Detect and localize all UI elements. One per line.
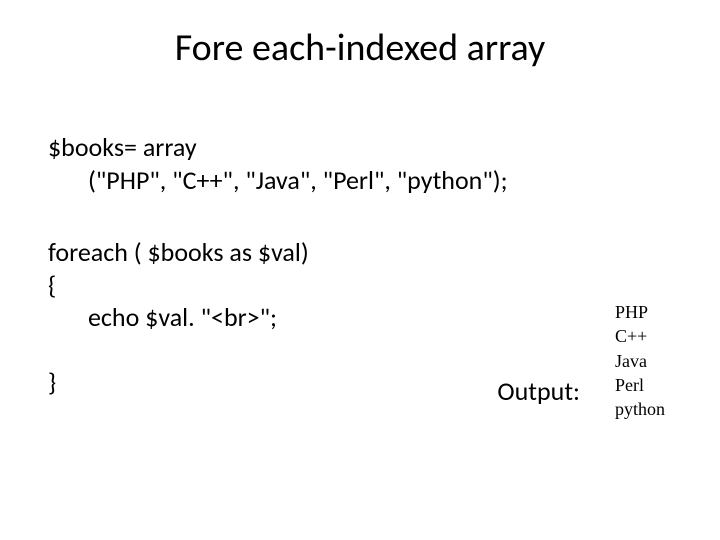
output-box: PHP C++ Java Perl python <box>615 300 665 421</box>
code-line: foreach ( $books as $val) <box>48 236 672 269</box>
slide-title: Fore each-indexed array <box>48 25 672 71</box>
output-line: C++ <box>615 324 665 348</box>
code-block-declaration: $books= array ("PHP", "C++", "Java", "Pe… <box>48 131 672 196</box>
code-line: ("PHP", "C++", "Java", "Perl", "python")… <box>48 164 672 197</box>
code-line: echo $val. "<br>"; <box>48 301 672 334</box>
output-line: python <box>615 397 665 421</box>
output-line: Java <box>615 349 665 373</box>
code-block-loop: foreach ( $books as $val) { echo $val. "… <box>48 236 672 398</box>
output-line: PHP <box>615 300 665 324</box>
output-line: Perl <box>615 373 665 397</box>
slide-body: $books= array ("PHP", "C++", "Java", "Pe… <box>48 131 672 398</box>
code-line: $books= array <box>48 131 672 164</box>
code-line: { <box>48 269 672 302</box>
output-label: Output: <box>497 375 580 407</box>
slide-container: Fore each-indexed array $books= array ("… <box>0 0 720 540</box>
